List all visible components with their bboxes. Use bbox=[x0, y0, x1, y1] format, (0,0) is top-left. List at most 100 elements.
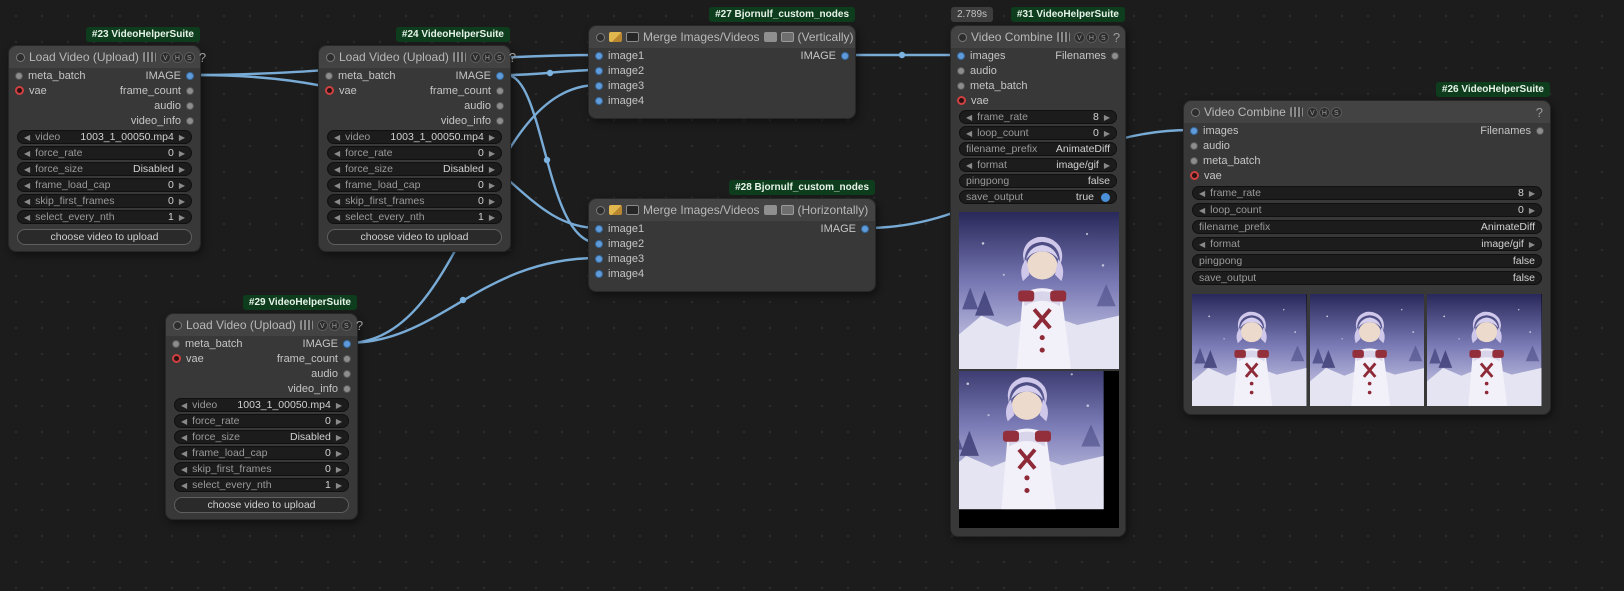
widget-format[interactable]: ◀formatimage/gif▶ bbox=[959, 158, 1117, 172]
increment-arrow-icon[interactable]: ▶ bbox=[179, 197, 185, 206]
widget-select-every-nth[interactable]: ◀select_every_nth1▶ bbox=[327, 210, 502, 224]
slot-dot[interactable] bbox=[595, 270, 603, 278]
slot-dot[interactable] bbox=[595, 255, 603, 263]
decrement-arrow-icon[interactable]: ◀ bbox=[334, 213, 340, 222]
collapse-dot-icon[interactable] bbox=[16, 53, 25, 62]
decrement-arrow-icon[interactable]: ◀ bbox=[24, 149, 30, 158]
help-icon[interactable]: ? bbox=[509, 50, 516, 65]
increment-arrow-icon[interactable]: ▶ bbox=[489, 165, 495, 174]
output-slot-image[interactable]: IMAGE bbox=[303, 338, 351, 350]
widget-force-rate[interactable]: ◀force_rate0▶ bbox=[327, 146, 502, 160]
toggle-on-icon[interactable] bbox=[1101, 193, 1110, 202]
widget-force-size[interactable]: ◀force_sizeDisabled▶ bbox=[327, 162, 502, 176]
decrement-arrow-icon[interactable]: ◀ bbox=[24, 165, 30, 174]
slot-dot[interactable] bbox=[1536, 127, 1544, 135]
node-titlebar[interactable]: Video Combine V H S ? bbox=[1184, 101, 1550, 123]
input-slot-meta-batch[interactable]: meta_batch bbox=[172, 338, 242, 350]
slot-dot[interactable] bbox=[186, 87, 194, 95]
output-slot-audio[interactable]: audio bbox=[154, 100, 194, 112]
increment-arrow-icon[interactable]: ▶ bbox=[179, 181, 185, 190]
increment-arrow-icon[interactable]: ▶ bbox=[489, 197, 495, 206]
increment-arrow-icon[interactable]: ▶ bbox=[179, 213, 185, 222]
help-icon[interactable]: ? bbox=[199, 50, 206, 65]
input-slot-image3[interactable]: image3 bbox=[595, 253, 644, 265]
collapse-dot-icon[interactable] bbox=[958, 33, 967, 42]
decrement-arrow-icon[interactable]: ◀ bbox=[966, 113, 972, 122]
decrement-arrow-icon[interactable]: ◀ bbox=[1199, 189, 1205, 198]
increment-arrow-icon[interactable]: ▶ bbox=[1529, 206, 1535, 215]
slot-dot[interactable] bbox=[595, 240, 603, 248]
widget-skip-first-frames[interactable]: ◀skip_first_frames0▶ bbox=[327, 194, 502, 208]
increment-arrow-icon[interactable]: ▶ bbox=[179, 149, 185, 158]
output-slot-image[interactable]: IMAGE bbox=[456, 70, 504, 82]
choose-video-button[interactable]: choose video to upload bbox=[174, 497, 349, 513]
widget-save-output[interactable]: save_outputtrue bbox=[959, 190, 1117, 204]
output-slot-filenames[interactable]: Filenames bbox=[1055, 50, 1119, 62]
slot-dot[interactable] bbox=[496, 102, 504, 110]
slot-dot[interactable] bbox=[957, 82, 965, 90]
widget-filename-prefix[interactable]: filename_prefixAnimateDiff bbox=[1192, 220, 1542, 234]
widget-loop-count[interactable]: ◀loop_count0▶ bbox=[959, 126, 1117, 140]
widget-video[interactable]: ◀video1003_1_00050.mp4▶ bbox=[327, 130, 502, 144]
node-merge-horizontally[interactable]: #28 Bjornulf_custom_nodes Merge Images/V… bbox=[588, 198, 876, 292]
widget-frame-load-cap[interactable]: ◀frame_load_cap0▶ bbox=[327, 178, 502, 192]
node-titlebar[interactable]: Load Video (Upload) V H S ? bbox=[166, 314, 357, 336]
slot-dot[interactable] bbox=[861, 225, 869, 233]
slot-dot[interactable] bbox=[1190, 127, 1198, 135]
decrement-arrow-icon[interactable]: ◀ bbox=[24, 197, 30, 206]
slot-dot[interactable] bbox=[186, 102, 194, 110]
output-slot-frame-count[interactable]: frame_count bbox=[430, 85, 504, 97]
widget-select-every-nth[interactable]: ◀select_every_nth1▶ bbox=[17, 210, 192, 224]
collapse-dot-icon[interactable] bbox=[596, 206, 605, 215]
widget-force-rate[interactable]: ◀force_rate0▶ bbox=[17, 146, 192, 160]
widget-skip-first-frames[interactable]: ◀skip_first_frames0▶ bbox=[17, 194, 192, 208]
slot-dot[interactable] bbox=[496, 87, 504, 95]
widget-frame-rate[interactable]: ◀frame_rate8▶ bbox=[1192, 186, 1542, 200]
decrement-arrow-icon[interactable]: ◀ bbox=[966, 129, 972, 138]
widget-save-output[interactable]: save_outputfalse bbox=[1192, 271, 1542, 285]
output-slot-video-info[interactable]: video_info bbox=[288, 383, 351, 395]
input-slot-image3[interactable]: image3 bbox=[595, 80, 644, 92]
increment-arrow-icon[interactable]: ▶ bbox=[336, 449, 342, 458]
slot-dot[interactable] bbox=[595, 97, 603, 105]
increment-arrow-icon[interactable]: ▶ bbox=[336, 465, 342, 474]
input-slot-vae[interactable]: vae bbox=[1190, 170, 1222, 182]
node-titlebar[interactable]: Load Video (Upload) V H S ? bbox=[9, 46, 200, 68]
increment-arrow-icon[interactable]: ▶ bbox=[1104, 161, 1110, 170]
input-slot-vae[interactable]: vae bbox=[325, 85, 357, 97]
widget-pingpong[interactable]: pingpongfalse bbox=[1192, 254, 1542, 268]
increment-arrow-icon[interactable]: ▶ bbox=[179, 133, 185, 142]
output-slot-image[interactable]: IMAGE bbox=[146, 70, 194, 82]
video-preview[interactable] bbox=[951, 206, 1125, 536]
slot-dot[interactable] bbox=[186, 117, 194, 125]
input-slot-image1[interactable]: image1 bbox=[595, 223, 644, 235]
slot-dot[interactable] bbox=[343, 355, 351, 363]
decrement-arrow-icon[interactable]: ◀ bbox=[181, 433, 187, 442]
increment-arrow-icon[interactable]: ▶ bbox=[489, 213, 495, 222]
node-merge-vertically[interactable]: #27 Bjornulf_custom_nodes Merge Images/V… bbox=[588, 25, 856, 119]
slot-dot[interactable] bbox=[172, 354, 181, 363]
slot-dot[interactable] bbox=[325, 86, 334, 95]
widget-video[interactable]: ◀video1003_1_00050.mp4▶ bbox=[174, 398, 349, 412]
slot-dot[interactable] bbox=[15, 72, 23, 80]
input-slot-image4[interactable]: image4 bbox=[595, 95, 644, 107]
input-slot-vae[interactable]: vae bbox=[15, 85, 47, 97]
widget-frame-load-cap[interactable]: ◀frame_load_cap0▶ bbox=[174, 446, 349, 460]
output-slot-audio[interactable]: audio bbox=[311, 368, 351, 380]
slot-dot[interactable] bbox=[957, 67, 965, 75]
decrement-arrow-icon[interactable]: ◀ bbox=[181, 481, 187, 490]
decrement-arrow-icon[interactable]: ◀ bbox=[1199, 240, 1205, 249]
output-slot-video-info[interactable]: video_info bbox=[441, 115, 504, 127]
increment-arrow-icon[interactable]: ▶ bbox=[1529, 240, 1535, 249]
decrement-arrow-icon[interactable]: ◀ bbox=[966, 161, 972, 170]
input-slot-image4[interactable]: image4 bbox=[595, 268, 644, 280]
slot-dot[interactable] bbox=[186, 72, 194, 80]
input-slot-audio[interactable]: audio bbox=[1190, 140, 1230, 152]
output-slot-audio[interactable]: audio bbox=[464, 100, 504, 112]
input-slot-meta-batch[interactable]: meta_batch bbox=[325, 70, 395, 82]
widget-skip-first-frames[interactable]: ◀skip_first_frames0▶ bbox=[174, 462, 349, 476]
input-slot-meta-batch[interactable]: meta_batch bbox=[15, 70, 85, 82]
help-icon[interactable]: ? bbox=[1113, 30, 1120, 45]
increment-arrow-icon[interactable]: ▶ bbox=[489, 149, 495, 158]
node-load-video-29[interactable]: #29 VideoHelperSuite Load Video (Upload)… bbox=[165, 313, 358, 520]
